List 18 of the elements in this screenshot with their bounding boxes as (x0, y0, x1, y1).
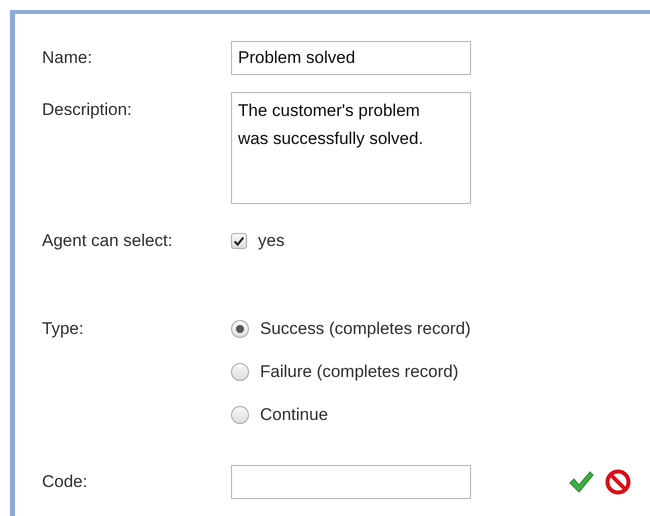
radio-label: Failure (completes record) (260, 362, 458, 382)
radio-button[interactable] (231, 320, 249, 338)
field-label: Name: (42, 47, 92, 69)
input-field[interactable] (231, 465, 471, 499)
radio-label: Success (completes record) (260, 319, 471, 339)
radio-button[interactable] (231, 363, 249, 381)
radio-label: Continue (260, 405, 328, 425)
field-label: Agent can select: (42, 230, 172, 252)
cancel-icon[interactable] (605, 469, 631, 495)
checkmark-icon[interactable] (568, 469, 594, 495)
field-label: Type: (42, 318, 84, 340)
input-field[interactable]: Problem solved (231, 41, 471, 75)
description-field[interactable]: The customer's problem was successfully solved. (231, 92, 471, 204)
checkbox-label: yes (258, 231, 284, 251)
radio-button[interactable] (231, 406, 249, 424)
field-label: Description: (42, 99, 132, 121)
checkbox[interactable] (231, 233, 247, 249)
field-label: Code: (42, 471, 88, 493)
